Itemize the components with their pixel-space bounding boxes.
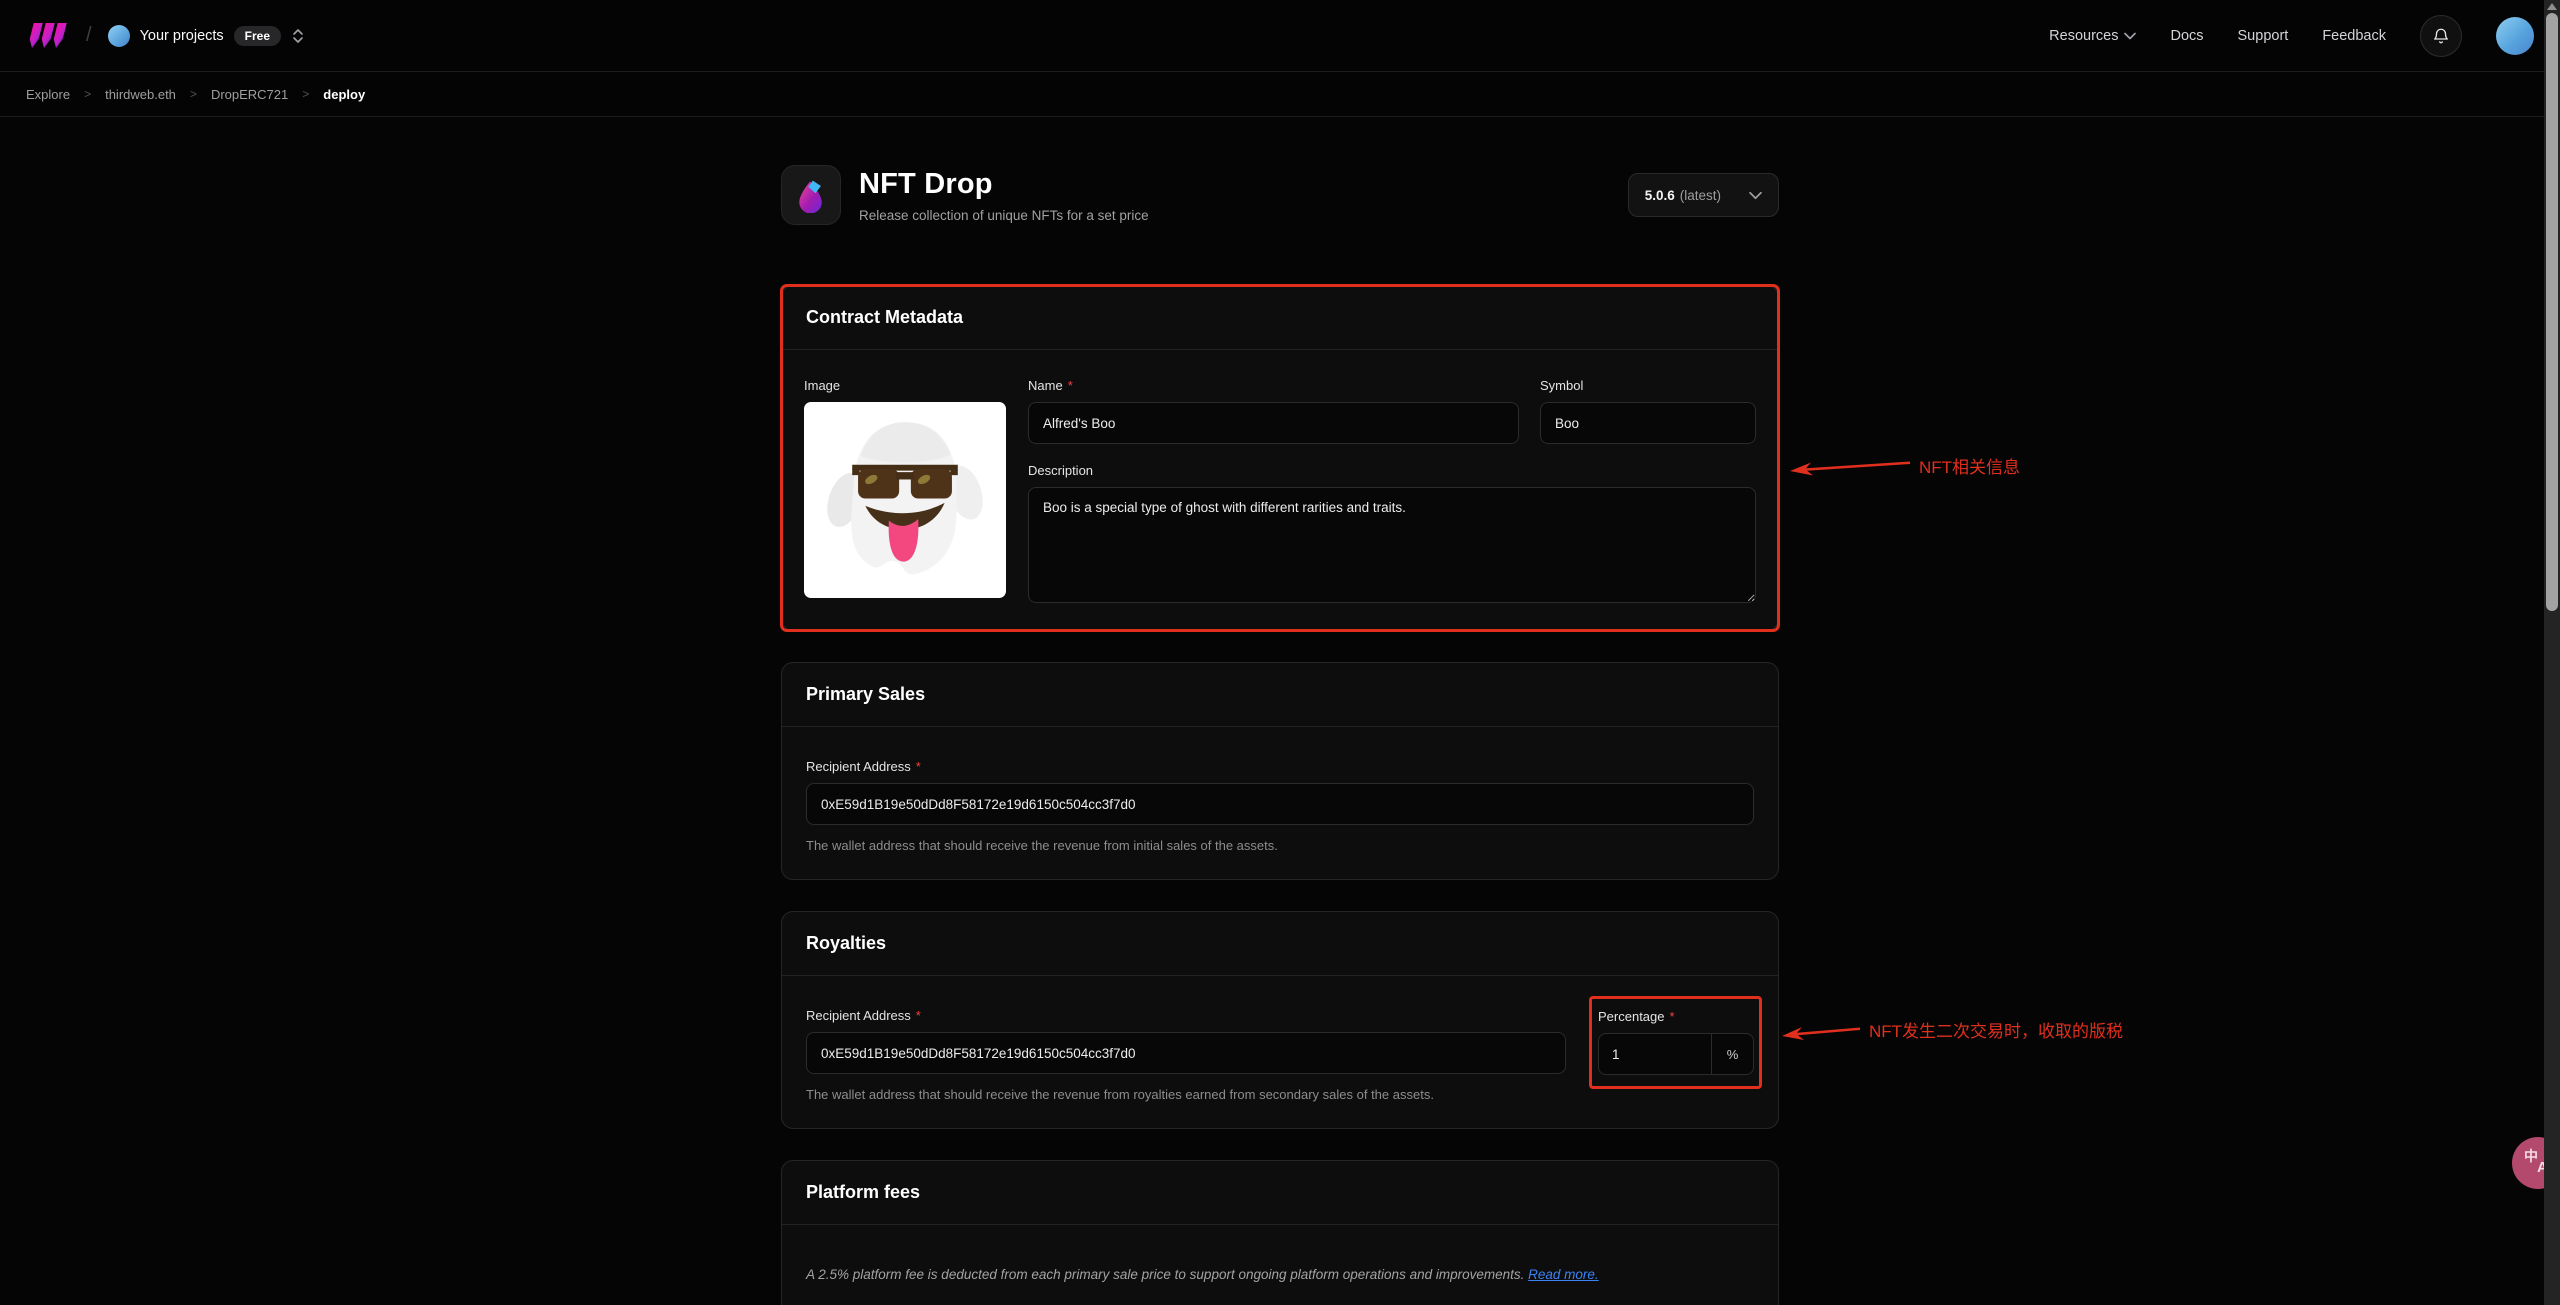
required-asterisk: * [916, 759, 921, 774]
breadcrumb-contract[interactable]: DropERC721 [211, 87, 288, 102]
symbol-input[interactable] [1540, 402, 1756, 444]
image-label: Image [804, 378, 1006, 393]
royalties-recipient-input[interactable] [806, 1032, 1566, 1074]
navbar-slash-divider: / [86, 24, 92, 47]
platform-fees-header: Platform fees [782, 1161, 1778, 1225]
version-select[interactable]: 5.0.6 (latest) [1628, 173, 1779, 217]
translate-zh-glyph: 中 [2524, 1146, 2538, 1166]
symbol-label: Symbol [1540, 378, 1756, 393]
recipient-address-label: Recipient Address* [806, 1008, 1566, 1023]
chevron-up-down-icon [291, 28, 305, 44]
notifications-button[interactable] [2420, 15, 2462, 57]
scrollbar-up-arrow-icon[interactable] [2547, 3, 2557, 10]
royalties-header: Royalties [782, 912, 1778, 976]
breadcrumb-separator: > [190, 87, 197, 101]
plan-badge: Free [234, 26, 281, 46]
project-switcher[interactable]: Your projects Free [108, 25, 305, 47]
primary-sales-card: Primary Sales Recipient Address* The wal… [781, 662, 1779, 880]
section-title: Royalties [806, 933, 886, 953]
deploy-page: / Your projects Free Resources Docs Supp… [0, 0, 2560, 1305]
primary-sales-recipient-input[interactable] [806, 783, 1754, 825]
page-title: NFT Drop [859, 168, 1628, 201]
annotation-royalty-note: NFT发生二次交易时，收取的版税 [1781, 1020, 2123, 1045]
chevron-down-icon [1749, 191, 1762, 200]
page-subtitle: Release collection of unique NFTs for a … [859, 208, 1628, 223]
chevron-down-icon [2124, 32, 2136, 40]
breadcrumb-separator: > [84, 87, 91, 101]
ghost-image [814, 412, 996, 588]
image-upload-preview[interactable] [804, 402, 1006, 598]
contract-metadata-card: Contract Metadata Image [781, 285, 1779, 631]
nav-link-support[interactable]: Support [2238, 28, 2289, 44]
nav-link-resources[interactable]: Resources [2049, 28, 2136, 44]
name-label: Name* [1028, 378, 1519, 393]
primary-sales-header: Primary Sales [782, 663, 1778, 727]
required-asterisk: * [1670, 1009, 1675, 1024]
breadcrumb-explore[interactable]: Explore [26, 87, 70, 102]
royalty-percentage-input[interactable] [1599, 1034, 1711, 1074]
percentage-label: Percentage* [1598, 1009, 1754, 1024]
user-avatar[interactable] [2496, 17, 2534, 55]
breadcrumb-current-deploy: deploy [323, 87, 365, 102]
thirdweb-logo-icon[interactable] [26, 22, 70, 50]
percent-unit-addon: % [1711, 1034, 1753, 1074]
description-textarea[interactable]: Boo is a special type of ghost with diff… [1028, 487, 1756, 603]
nav-link-resources-label: Resources [2049, 28, 2118, 44]
recipient-address-label: Recipient Address* [806, 759, 1754, 774]
top-navbar: / Your projects Free Resources Docs Supp… [0, 0, 2560, 72]
section-title: Primary Sales [806, 684, 925, 704]
version-latest-suffix: (latest) [1680, 188, 1721, 203]
version-number: 5.0.6 [1645, 188, 1675, 203]
breadcrumb-publisher[interactable]: thirdweb.eth [105, 87, 176, 102]
project-avatar [108, 25, 130, 47]
nav-link-feedback[interactable]: Feedback [2322, 28, 2386, 44]
breadcrumb-separator: > [302, 87, 309, 101]
section-title: Platform fees [806, 1182, 920, 1202]
page-scrollbar[interactable] [2544, 0, 2560, 1305]
nav-link-docs[interactable]: Docs [2170, 28, 2203, 44]
required-asterisk: * [916, 1008, 921, 1023]
red-arrow-left-icon [1781, 1023, 1861, 1043]
contract-page-header: NFT Drop Release collection of unique NF… [781, 165, 1779, 225]
red-arrow-left-icon [1789, 459, 1911, 479]
nft-drop-logo-box [781, 165, 841, 225]
royalties-card: Royalties Recipient Address* The wallet … [781, 911, 1779, 1129]
required-asterisk: * [1068, 378, 1073, 393]
project-switcher-label: Your projects [140, 28, 224, 44]
platform-fees-card: Platform fees A 2.5% platform fee is ded… [781, 1160, 1779, 1305]
description-label: Description [1028, 463, 1756, 478]
bell-icon [2432, 27, 2450, 45]
breadcrumb: Explore > thirdweb.eth > DropERC721 > de… [0, 72, 2560, 117]
read-more-link[interactable]: Read more. [1528, 1267, 1599, 1282]
royalties-helper-text: The wallet address that should receive t… [806, 1087, 1566, 1102]
main-content: NFT Drop Release collection of unique NF… [781, 117, 1779, 1305]
nft-drop-icon [793, 177, 829, 213]
platform-fee-notice: A 2.5% platform fee is deducted from eac… [782, 1225, 1778, 1305]
recipient-helper-text: The wallet address that should receive t… [806, 838, 1754, 853]
scrollbar-thumb[interactable] [2546, 13, 2558, 611]
annotation-metadata-note: NFT相关信息 [1789, 456, 2020, 481]
section-title: Contract Metadata [806, 307, 963, 327]
name-input[interactable] [1028, 402, 1519, 444]
contract-metadata-header: Contract Metadata [782, 286, 1778, 350]
